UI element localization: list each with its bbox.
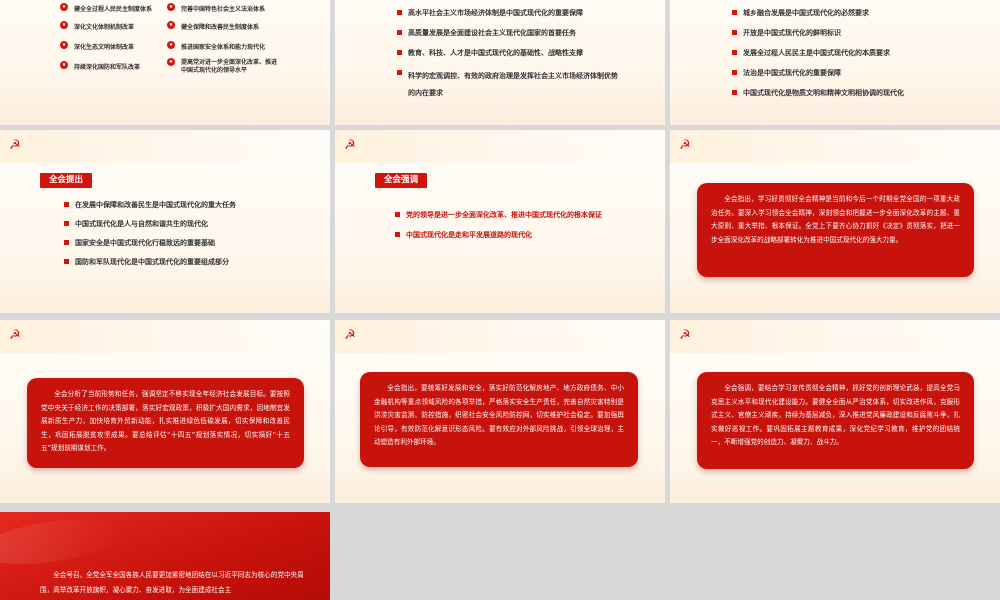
content-card: 全会强调，要结合学习宣传贯彻全会精神，抓好党的创新理论武装，提高全党马克思主义水… [697, 372, 974, 469]
list-item: 中国式现代化是人与自然和谐共生的现代化 [64, 219, 236, 229]
slide1-right-item-2: ★ 健全保障和改善民生制度体系 [167, 21, 260, 31]
list-item: 法治是中国式现代化的重要保障 [732, 68, 904, 78]
slide-thumbnail-10[interactable]: 全会号召，全党全军全国各族人民要更加紧密地团结在以习近平同志为核心的党中央周围，… [0, 512, 330, 600]
section-tag: 全会强调 [375, 173, 428, 188]
star-dot-icon: ★ [60, 3, 68, 11]
list-item: 开放是中国式现代化的鲜明标识 [732, 28, 904, 38]
star-dot-icon: ★ [60, 61, 68, 69]
content-card: 全会分析了当前形势和任务，强调坚定不移实现全年经济社会发展目标。要按照党中央关于… [27, 378, 304, 468]
list-item: 国家安全是中国式现代化行稳致远的重要基础 [64, 238, 236, 248]
list-item: 高水平社会主义市场经济体制是中国式现代化的重要保障 [397, 8, 618, 18]
slide-thumbnail-2[interactable]: 高水平社会主义市场经济体制是中国式现代化的重要保障 高质量发展是全面建设社会主义… [335, 0, 665, 125]
content-card: 全会指出，要统筹好发展和安全，落实好防范化解房地产、地方政府债务、中小金融机构等… [360, 372, 638, 467]
list-item: 教育、科技、人才是中国式现代化的基础性、战略性支撑 [397, 48, 618, 58]
star-dot-icon: ★ [167, 3, 175, 11]
list-item: 在发展中保障和改善民生是中国式现代化的重大任务 [64, 200, 236, 210]
slide3-list: 城乡融合发展是中国式现代化的必然要求 开放是中国式现代化的鲜明标识 发展全过程人… [732, 8, 904, 98]
slide1-left-item-4: ★ 持续深化国防和军队改革 [60, 61, 141, 71]
slide-header: ☭ [335, 130, 665, 163]
star-dot-icon: ★ [167, 58, 175, 66]
closing-text: 全会号召，全党全军全国各族人民要更加紧密地团结在以习近平同志为核心的党中央周围，… [40, 571, 304, 594]
slide1-left-item-1: ★ 健全全过程人民民主制度体系 [60, 3, 153, 13]
flag-decoration [0, 512, 123, 572]
list-item: 高质量发展是全面建设社会主义现代化国家的首要任务 [397, 28, 618, 38]
slide-thumbnail-8[interactable]: ☭ 全会指出，要统筹好发展和安全，落实好防范化解房地产、地方政府债务、中小金融机… [335, 320, 665, 503]
slide-thumbnail-6[interactable]: ☭ 全会指出，学习好贯彻好全会精神是当前和今后一个时期全党全国的一项重大政治任务… [670, 130, 1000, 313]
slide-thumbnail-9[interactable]: ☭ 全会强调，要结合学习宣传贯彻全会精神，抓好党的创新理论武装，提高全党马克思主… [670, 320, 1000, 503]
slide1-left-item-3: ★ 深化生态文明体制改革 [60, 41, 135, 51]
list-item: 城乡融合发展是中国式现代化的必然要求 [732, 8, 904, 18]
slide-header: ☭ [0, 130, 330, 163]
list-item: 发展全过程人民民主是中国式现代化的本质要求 [732, 48, 904, 58]
star-dot-icon: ★ [60, 21, 68, 29]
slide-thumbnail-7[interactable]: ☭ 全会分析了当前形势和任务，强调坚定不移实现全年经济社会发展目标。要按照党中央… [0, 320, 330, 503]
slide1-right-item-3: ★ 推进国家安全体系和能力现代化 [167, 41, 266, 51]
list-item: 中国式现代化是物质文明和精神文明相协调的现代化 [732, 88, 904, 98]
slide-thumbnail-3[interactable]: 城乡融合发展是中国式现代化的必然要求 开放是中国式现代化的鲜明标识 发展全过程人… [670, 0, 1000, 125]
slide-header: ☭ [670, 130, 1000, 163]
slide1-right-item-1: ★ 完善中国特色社会主义法治体系 [167, 3, 266, 13]
star-dot-icon: ★ [167, 41, 175, 49]
list-item: 科学的宏观调控、有效的政府治理是发挥社会主义市场经济体制优势的内在要求 [397, 68, 618, 102]
list-item: 党的领导是进一步全面深化改革、推进中国式现代化的根本保证 [395, 210, 602, 220]
slide-header: ☭ [0, 320, 330, 353]
party-emblem-icon: ☭ [344, 328, 356, 343]
party-emblem-icon: ☭ [679, 138, 691, 153]
list-item: 国防和军队现代化是中国式现代化的重要组成部分 [64, 257, 236, 267]
slide-thumbnail-5[interactable]: ☭ 全会强调 党的领导是进一步全面深化改革、推进中国式现代化的根本保证 中国式现… [335, 130, 665, 313]
star-dot-icon: ★ [167, 21, 175, 29]
slide5-list: 党的领导是进一步全面深化改革、推进中国式现代化的根本保证 中国式现代化是走和平发… [395, 210, 602, 240]
content-card: 全会指出，学习好贯彻好全会精神是当前和今后一个时期全党全国的一项重大政治任务。要… [697, 183, 974, 277]
slide2-list: 高水平社会主义市场经济体制是中国式现代化的重要保障 高质量发展是全面建设社会主义… [397, 8, 618, 102]
slide1-left-item-2: ★ 深化文化体制机制改革 [60, 21, 135, 31]
party-emblem-icon: ☭ [9, 328, 21, 343]
party-emblem-icon: ☭ [344, 138, 356, 153]
slide1-right-item-4: ★ 提高党对进一步全面深化改革、推进中国式现代化的领导水平 [167, 58, 278, 74]
slide-thumbnail-1[interactable]: ★ 健全全过程人民民主制度体系 ★ 深化文化体制机制改革 ★ 深化生态文明体制改革 ★… [0, 0, 330, 125]
slide4-list: 在发展中保障和改善民生是中国式现代化的重大任务 中国式现代化是人与自然和谐共生的… [64, 200, 236, 267]
star-dot-icon: ★ [60, 41, 68, 49]
section-tag: 全会提出 [40, 173, 93, 188]
party-emblem-icon: ☭ [9, 138, 21, 153]
slide-header: ☭ [335, 320, 665, 353]
list-item: 中国式现代化是走和平发展道路的现代化 [395, 230, 602, 240]
slide-header: ☭ [670, 320, 1000, 353]
party-emblem-icon: ☭ [679, 328, 691, 343]
slide-thumbnail-4[interactable]: ☭ 全会提出 在发展中保障和改善民生是中国式现代化的重大任务 中国式现代化是人与… [0, 130, 330, 313]
